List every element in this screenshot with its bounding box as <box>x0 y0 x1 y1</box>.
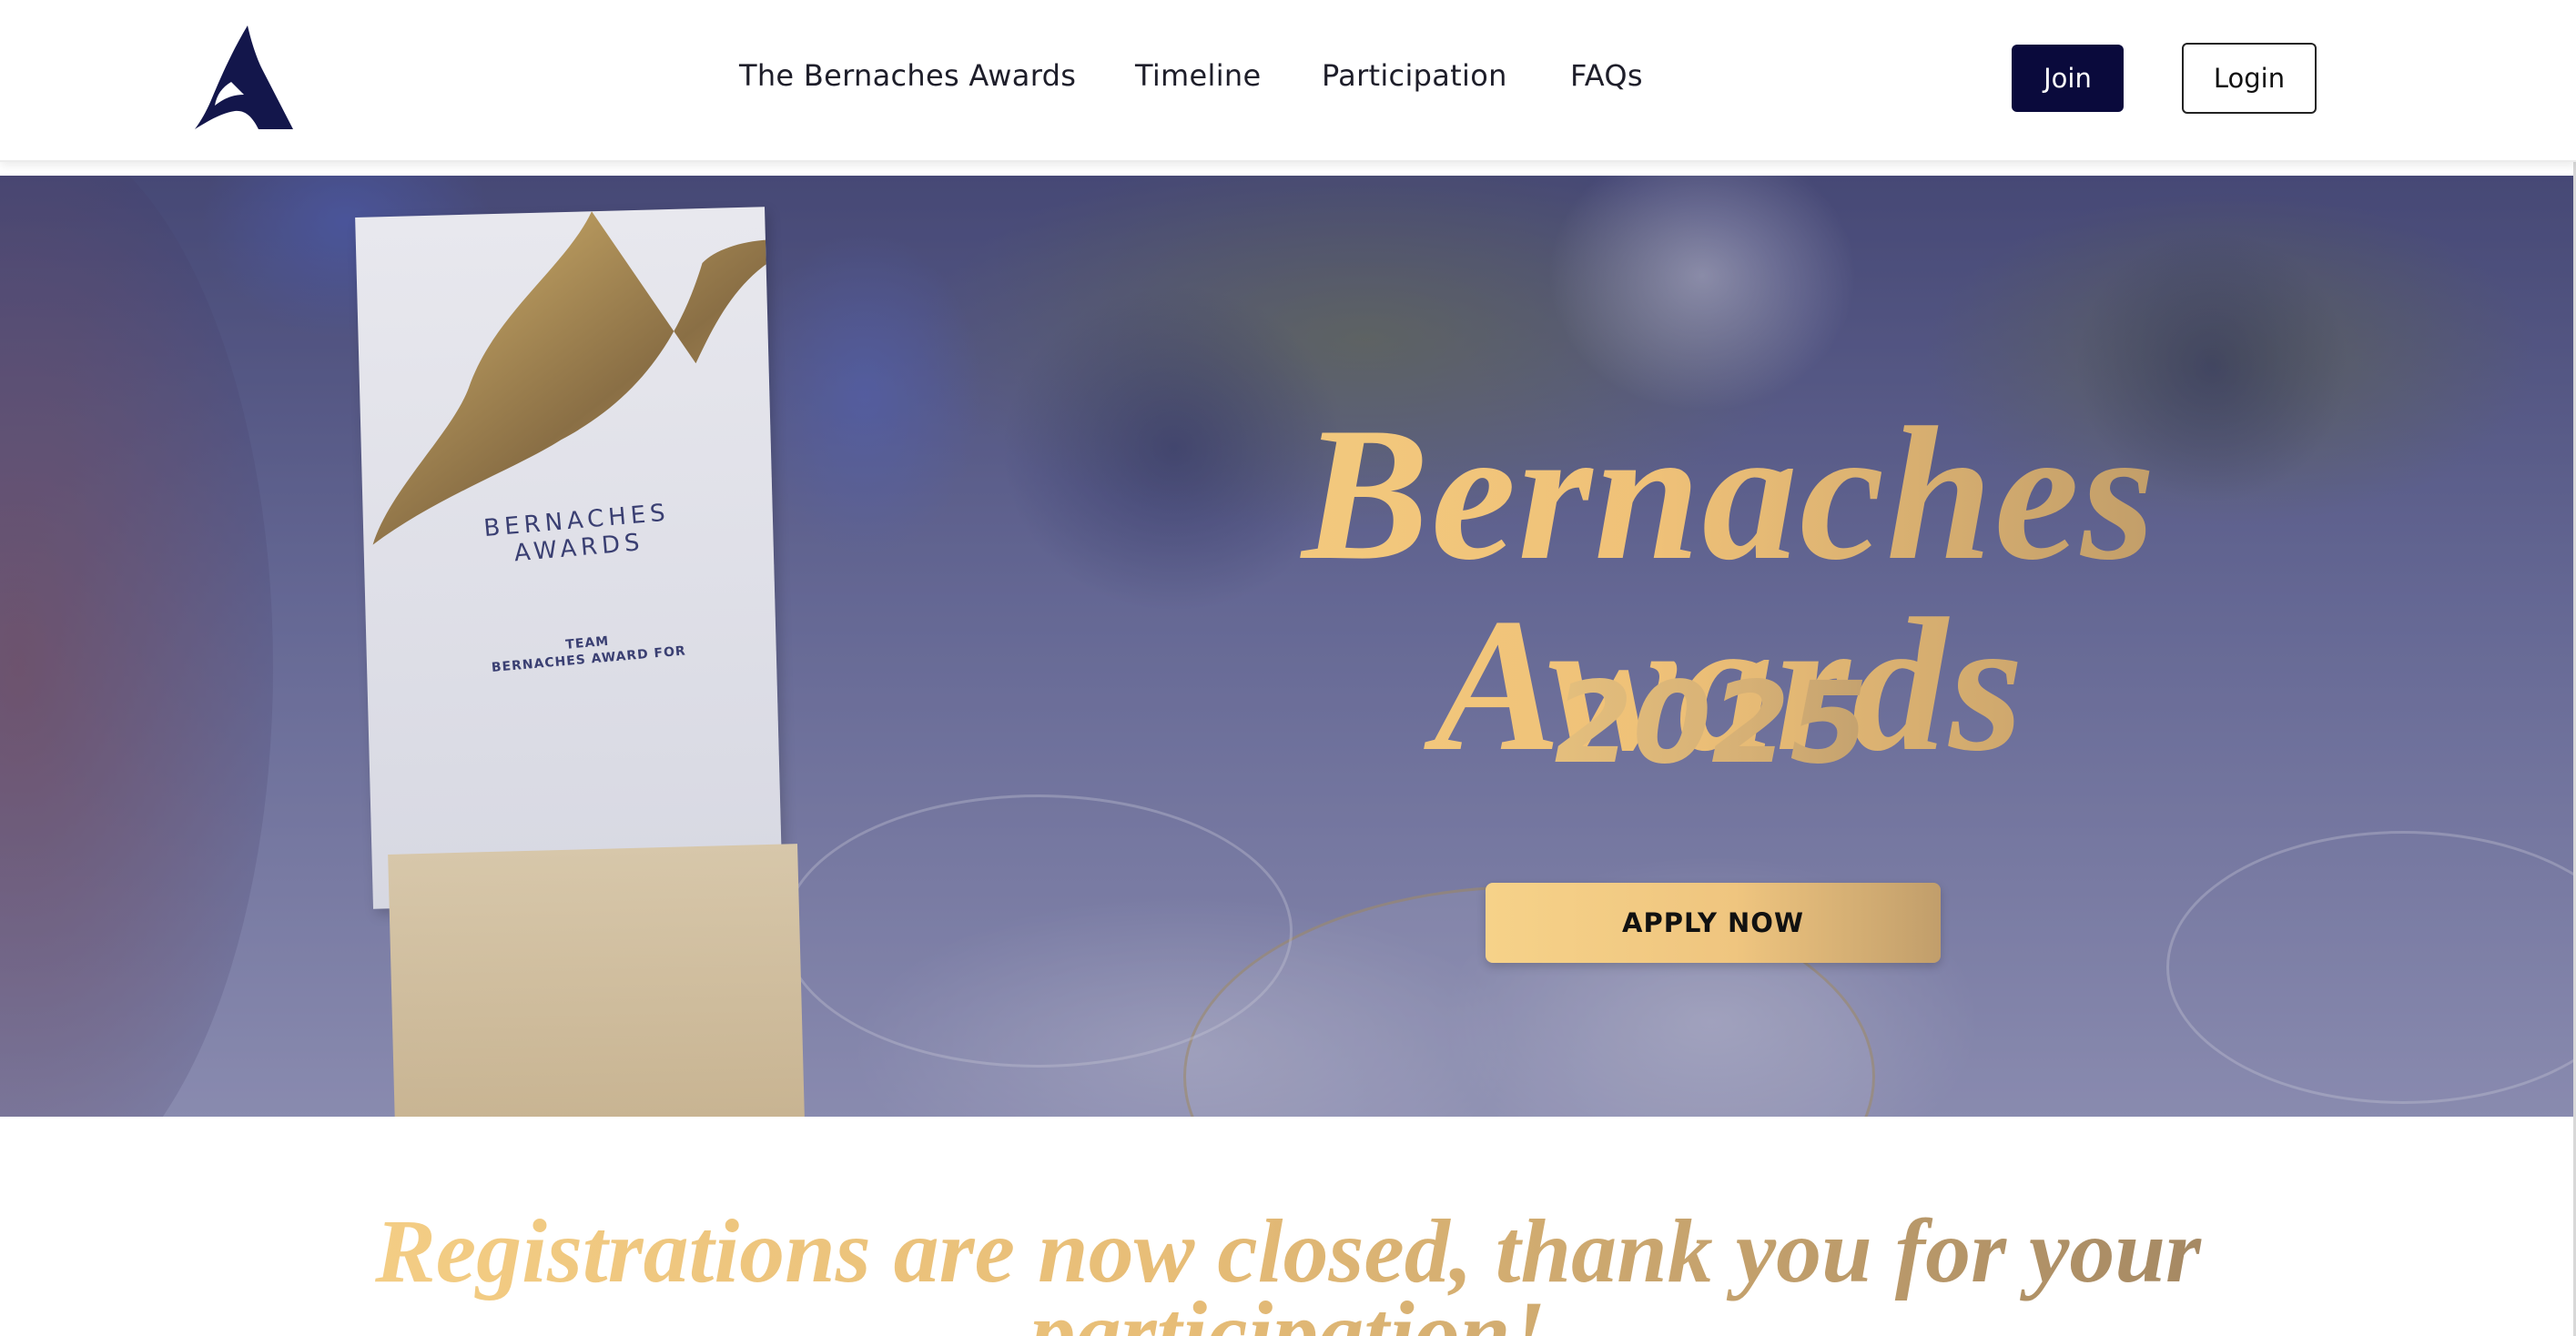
nav-link-faqs[interactable]: FAQs <box>1570 58 1643 93</box>
hero-year: 2025 <box>1347 667 2075 780</box>
apply-now-button[interactable]: APPLY NOW <box>1486 883 1941 963</box>
nav-link-timeline[interactable]: Timeline <box>1135 58 1261 93</box>
trophy-label: BERNACHES AWARDS TEAM BERNACHES AWARD FO… <box>421 495 744 682</box>
bird-logo-icon[interactable] <box>195 25 293 129</box>
join-button[interactable]: Join <box>2012 45 2124 112</box>
hero-banner: BERNACHES AWARDS TEAM BERNACHES AWARD FO… <box>0 176 2576 1117</box>
nav-link-participation[interactable]: Participation <box>1322 58 1507 93</box>
nav-link-bernaches-awards[interactable]: The Bernaches Awards <box>739 58 1076 93</box>
trophy-base <box>388 844 805 1117</box>
site-header: The Bernaches Awards Timeline Participat… <box>0 0 2576 162</box>
login-button[interactable]: Login <box>2182 43 2317 114</box>
registrations-closed-message: Registrations are now closed, thank you … <box>273 1206 2303 1336</box>
